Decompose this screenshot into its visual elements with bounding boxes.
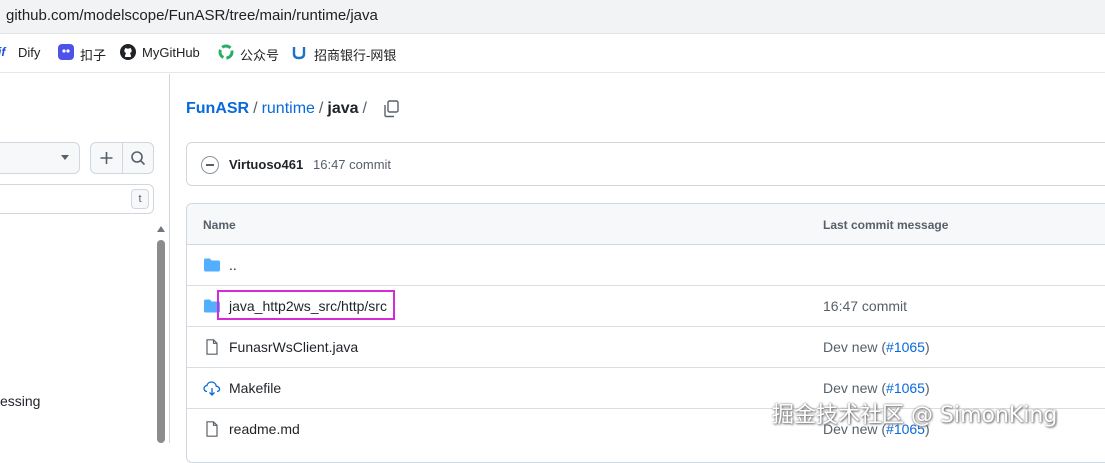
- add-file-button[interactable]: [91, 143, 122, 173]
- file-link[interactable]: java_http2ws_src/http/src: [229, 298, 387, 314]
- file-tree-sidebar: t essing: [0, 74, 170, 443]
- file-link[interactable]: Makefile: [229, 380, 281, 396]
- table-row-parent[interactable]: ..: [187, 245, 1105, 286]
- folder-icon: [203, 257, 221, 273]
- copy-path-button[interactable]: [380, 99, 402, 119]
- go-to-file-input[interactable]: t: [0, 184, 154, 214]
- plus-icon: [100, 152, 113, 164]
- commit-author[interactable]: Virtuoso461: [229, 157, 303, 172]
- parent-directory-link[interactable]: ..: [229, 257, 237, 273]
- breadcrumb-separator: /: [253, 100, 258, 117]
- copy-icon: [384, 100, 399, 118]
- sidebar-actions: [90, 142, 154, 174]
- dify-icon: if: [0, 45, 6, 59]
- sidebar-scrollbar[interactable]: [156, 226, 166, 443]
- breadcrumb-separator: /: [362, 100, 367, 117]
- bookmark-dify[interactable]: Dify: [18, 45, 40, 60]
- commit-message-cell[interactable]: Dev new (#1065): [823, 339, 930, 355]
- scrollbar-thumb[interactable]: [157, 240, 165, 443]
- bookmarks-bar: if Dify 扣子 MyGitHub 公众号 招商银行-网银: [0, 35, 1105, 73]
- scroll-up-icon[interactable]: [157, 226, 165, 232]
- chevron-down-icon: [61, 155, 69, 160]
- commit-message-suffix: ): [924, 339, 930, 355]
- latest-commit-box: Virtuoso461 16:47 commit: [186, 142, 1105, 186]
- bookmark-coze[interactable]: 扣子: [80, 45, 106, 64]
- bookmark-cmb[interactable]: 招商银行-网银: [314, 45, 396, 64]
- bookmark-mygithub[interactable]: MyGitHub: [142, 45, 200, 60]
- breadcrumb-repo-link[interactable]: FunASR: [186, 100, 249, 117]
- breadcrumb-runtime-link[interactable]: runtime: [262, 100, 315, 117]
- pr-link[interactable]: #1065: [886, 339, 925, 355]
- address-url[interactable]: github.com/modelscope/FunASR/tree/main/r…: [6, 7, 378, 24]
- branch-select[interactable]: [0, 142, 80, 174]
- github-icon: [120, 44, 136, 65]
- file-icon: [203, 421, 221, 437]
- avatar[interactable]: [201, 156, 219, 174]
- keyboard-shortcut-hint: t: [131, 189, 149, 209]
- breadcrumb-separator: /: [318, 100, 324, 117]
- search-icon: [131, 151, 146, 166]
- table-row[interactable]: java_http2ws_src/http/src 16:47 commit: [187, 286, 1105, 327]
- column-header-name: Name: [203, 218, 236, 232]
- commit-message-suffix: ): [924, 380, 930, 396]
- sidebar-item-partial[interactable]: essing: [0, 393, 40, 409]
- file-sync-icon: [203, 380, 221, 396]
- commit-message-text: Dev new (: [823, 380, 887, 396]
- breadcrumb: FunASR / runtime / java /: [186, 100, 371, 118]
- file-link[interactable]: FunasrWsClient.java: [229, 339, 358, 355]
- search-button[interactable]: [123, 143, 154, 173]
- coze-icon: [58, 44, 74, 65]
- commit-message-cell[interactable]: 16:47 commit: [823, 298, 907, 314]
- bookmark-wechat[interactable]: 公众号: [240, 45, 279, 64]
- table-header: Name Last commit message: [187, 204, 1105, 245]
- pr-link[interactable]: #1065: [886, 380, 925, 396]
- address-bar[interactable]: github.com/modelscope/FunASR/tree/main/r…: [0, 0, 1105, 34]
- commit-message-text: Dev new (: [823, 339, 887, 355]
- commit-message[interactable]: 16:47 commit: [313, 157, 391, 172]
- wechat-icon: [218, 44, 234, 65]
- column-header-last-commit: Last commit message: [823, 218, 949, 232]
- watermark: 掘金技术社区 @ SimonKing: [772, 403, 1058, 428]
- breadcrumb-current: java: [327, 100, 359, 117]
- file-icon: [203, 339, 221, 355]
- table-row[interactable]: FunasrWsClient.java Dev new (#1065): [187, 327, 1105, 368]
- commit-message-cell[interactable]: Dev new (#1065): [823, 380, 930, 396]
- cmb-bank-icon: [292, 44, 306, 65]
- file-link[interactable]: readme.md: [229, 421, 300, 437]
